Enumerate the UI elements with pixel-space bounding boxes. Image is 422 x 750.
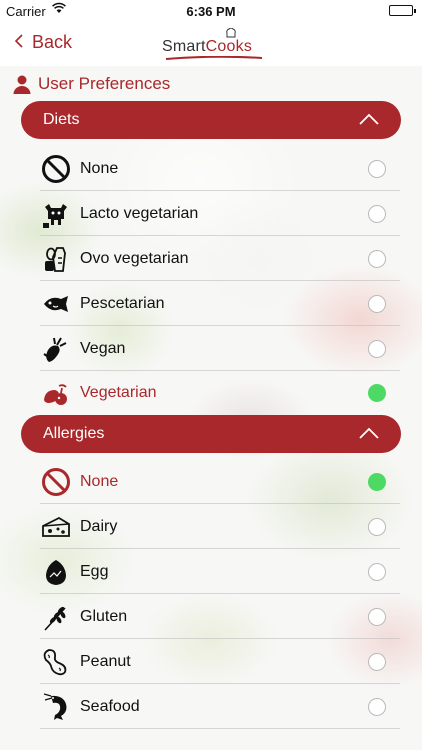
- radio-button[interactable]: [368, 653, 386, 671]
- logo-underline: [166, 56, 262, 60]
- option-label: Vegan: [80, 339, 126, 357]
- no-entry-icon: [40, 466, 72, 498]
- egg-icon: [40, 556, 72, 588]
- allergy-option-egg[interactable]: Egg: [40, 549, 400, 594]
- radio-button[interactable]: [368, 384, 386, 402]
- chevron-left-icon: [14, 33, 24, 53]
- option-label: None: [80, 159, 119, 177]
- radio-button[interactable]: [368, 563, 386, 581]
- group-title: Allergies: [43, 425, 105, 442]
- option-label: Gluten: [80, 607, 128, 625]
- eggplant-icon: [40, 333, 72, 365]
- wheat-icon: [40, 601, 72, 633]
- radio-button[interactable]: [368, 160, 386, 178]
- radio-button[interactable]: [368, 473, 386, 491]
- chevron-up-icon: [359, 113, 379, 125]
- radio-button[interactable]: [368, 608, 386, 626]
- allergies-group-header[interactable]: Allergies: [21, 415, 401, 453]
- vegetables-icon: [40, 377, 72, 409]
- allergy-option-gluten[interactable]: Gluten: [40, 594, 400, 639]
- group-title: Diets: [43, 111, 80, 128]
- radio-button[interactable]: [368, 205, 386, 223]
- shrimp-icon: [40, 691, 72, 723]
- diet-option-ovo-vegetarian[interactable]: Ovo vegetarian: [40, 236, 400, 281]
- section-title: User Preferences: [38, 74, 171, 93]
- smartcooks-logo: SmartCooks: [162, 28, 262, 60]
- back-button[interactable]: Back: [14, 32, 72, 53]
- diet-option-vegan[interactable]: Vegan: [40, 326, 400, 371]
- cow-icon: [40, 198, 72, 230]
- allergy-option-none[interactable]: None: [40, 459, 400, 504]
- radio-button[interactable]: [368, 340, 386, 358]
- chevron-up-icon: [359, 427, 379, 439]
- radio-button[interactable]: [368, 295, 386, 313]
- option-label: Peanut: [80, 652, 131, 670]
- clock: 6:36 PM: [186, 4, 236, 19]
- diet-option-pescetarian[interactable]: Pescetarian: [40, 281, 400, 326]
- diet-option-lacto-vegetarian[interactable]: Lacto vegetarian: [40, 191, 400, 236]
- eggs-basket-icon: [40, 243, 72, 275]
- cheese-icon: [40, 511, 72, 543]
- navigation-bar: Back SmartCooks: [0, 22, 422, 66]
- allergy-option-seafood[interactable]: Seafood: [40, 684, 400, 729]
- option-label: Seafood: [80, 697, 140, 715]
- diets-group-header[interactable]: Diets: [21, 101, 401, 139]
- option-label: Ovo vegetarian: [80, 249, 189, 267]
- user-preferences-header: User Preferences: [12, 74, 170, 94]
- option-label: None: [80, 472, 119, 490]
- battery-icon: [389, 5, 416, 16]
- allergy-option-dairy[interactable]: Dairy: [40, 504, 400, 549]
- status-bar: Carrier 6:36 PM: [0, 0, 422, 22]
- chef-hat-icon: [226, 28, 236, 38]
- radio-button[interactable]: [368, 518, 386, 536]
- back-label: Back: [32, 32, 73, 52]
- option-label: Egg: [80, 562, 109, 580]
- radio-button[interactable]: [368, 250, 386, 268]
- peanut-icon: [40, 646, 72, 678]
- allergy-option-peanut[interactable]: Peanut: [40, 639, 400, 684]
- logo-text-cooks: Cooks: [205, 38, 253, 55]
- option-label: Dairy: [80, 517, 118, 535]
- user-icon: [13, 75, 31, 94]
- fish-icon: [40, 288, 72, 320]
- diet-option-none[interactable]: None: [40, 146, 400, 191]
- option-label: Lacto vegetarian: [80, 204, 199, 222]
- option-label: Vegetarian: [80, 383, 157, 401]
- radio-button[interactable]: [368, 698, 386, 716]
- no-entry-icon: [40, 153, 72, 185]
- logo-text-smart: Smart: [162, 38, 206, 55]
- diet-option-vegetarian[interactable]: Vegetarian: [40, 370, 400, 415]
- option-label: Pescetarian: [80, 294, 165, 312]
